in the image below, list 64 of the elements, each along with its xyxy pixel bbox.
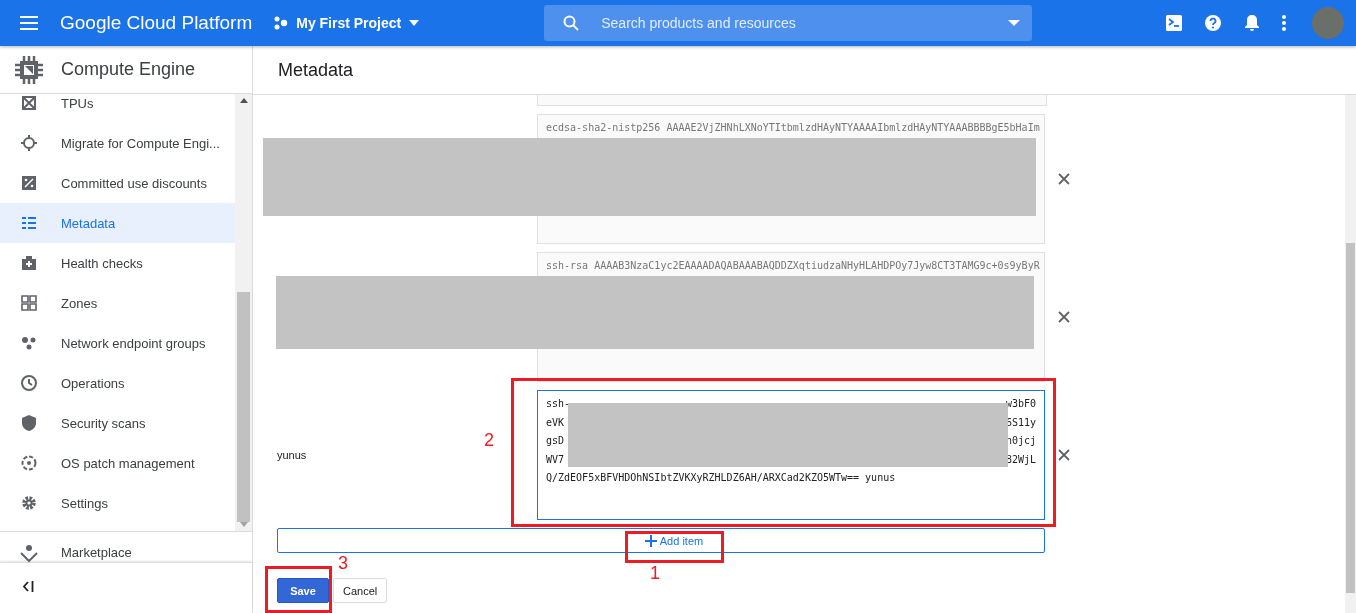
save-button[interactable]: Save [277,578,329,603]
cancel-button[interactable]: Cancel [333,578,388,603]
key-text: WV7 [546,452,565,467]
close-icon[interactable] [1058,449,1070,461]
search-field[interactable]: Search products and resources [599,14,1009,32]
metadata-key: yunus [277,449,307,461]
metadata-value-field[interactable] [537,95,1047,106]
settings-icon [20,494,38,512]
close-icon[interactable] [1058,173,1070,185]
scrollbar[interactable] [235,94,252,531]
terminal-icon[interactable] [1166,15,1182,31]
gear-chip-icon [20,134,38,152]
key-text: ssh- [546,397,571,411]
key-text: eVK [546,415,565,430]
annotation-overlay [265,566,332,613]
sidebar-item[interactable]: Settings [0,483,235,523]
project-dots-icon [274,16,289,30]
search-icon[interactable] [563,15,580,31]
key-text: ssh-rsa AAAAB3NzaC1yc2EAAAADAQABAAABAQDDZXqtiudzaNHyHLAHDPOy7Jyw8CT3TAMG9c+0s9yByR [546,259,1040,273]
dashed-circle-icon [20,454,38,472]
grid-icon [20,294,38,312]
annotation-number: 3 [338,553,348,574]
key-text: Q/ZdEOF5xBFVHDOhNSIbtZVKXyRZHLDZ6AH/ARXCad2KZO5WTw== yunus [546,471,896,485]
search-bar[interactable]: Search products and resources [544,5,1033,41]
chip-icon [14,54,44,85]
sidebar-item[interactable]: Security scans [0,403,235,443]
marketplace-icon [20,544,38,562]
product-title: Compute Engine [61,59,196,80]
key-text: gsD [546,434,565,448]
more-options-icon[interactable] [1282,15,1286,31]
sidebar-item[interactable]: Metadata [0,203,235,243]
sidebar-item[interactable]: Migrate for Compute Engi... [0,123,235,163]
tpu-icon [20,94,38,112]
annotation-number: 1 [650,563,660,584]
caret-icon [409,20,420,26]
clock-icon [20,374,38,392]
collapse-icon[interactable] [22,581,34,592]
annotation-number: 2 [484,430,494,451]
add-item-link[interactable]: Add item [644,534,704,547]
percent-icon [20,174,38,192]
project-selector[interactable]: My First Project [274,15,420,31]
sidebar-item[interactable]: Committed use discounts [0,163,235,203]
scroll-up-icon[interactable] [239,98,248,103]
plus-icon [644,534,657,547]
product-name: Google Cloud Platform [60,12,253,34]
key-text: ecdsa-sha2-nistp256 AAAAE2VjZHNhLXNoYTItbmlzdHAyNTYAAAAIbmlzdHAyNTYAAABBBBgE5bHaIm [546,121,1040,135]
key-text: w3bF0 [1005,397,1036,411]
list-icon [20,214,38,232]
sidebar-item[interactable]: Health checks [0,243,235,283]
menu-icon[interactable] [20,16,38,30]
sidebar-item[interactable]: OS patch management [0,443,235,483]
sidebar-item[interactable]: Network endpoint groups [0,323,235,363]
sidebar-item[interactable]: Marketplace [0,544,132,562]
shield-icon [20,414,38,432]
medical-bag-icon [20,254,38,272]
sidebar-item[interactable]: TPUs [0,94,235,123]
help-icon[interactable] [1204,14,1222,32]
dots-icon [20,334,38,352]
caret-icon[interactable] [1008,20,1021,26]
scrollbar[interactable] [1345,95,1356,613]
sidebar-item[interactable]: Zones [0,283,235,323]
notifications-icon[interactable] [1244,14,1260,32]
close-icon[interactable] [1058,311,1070,323]
sidebar-item[interactable]: Operations [0,363,235,403]
